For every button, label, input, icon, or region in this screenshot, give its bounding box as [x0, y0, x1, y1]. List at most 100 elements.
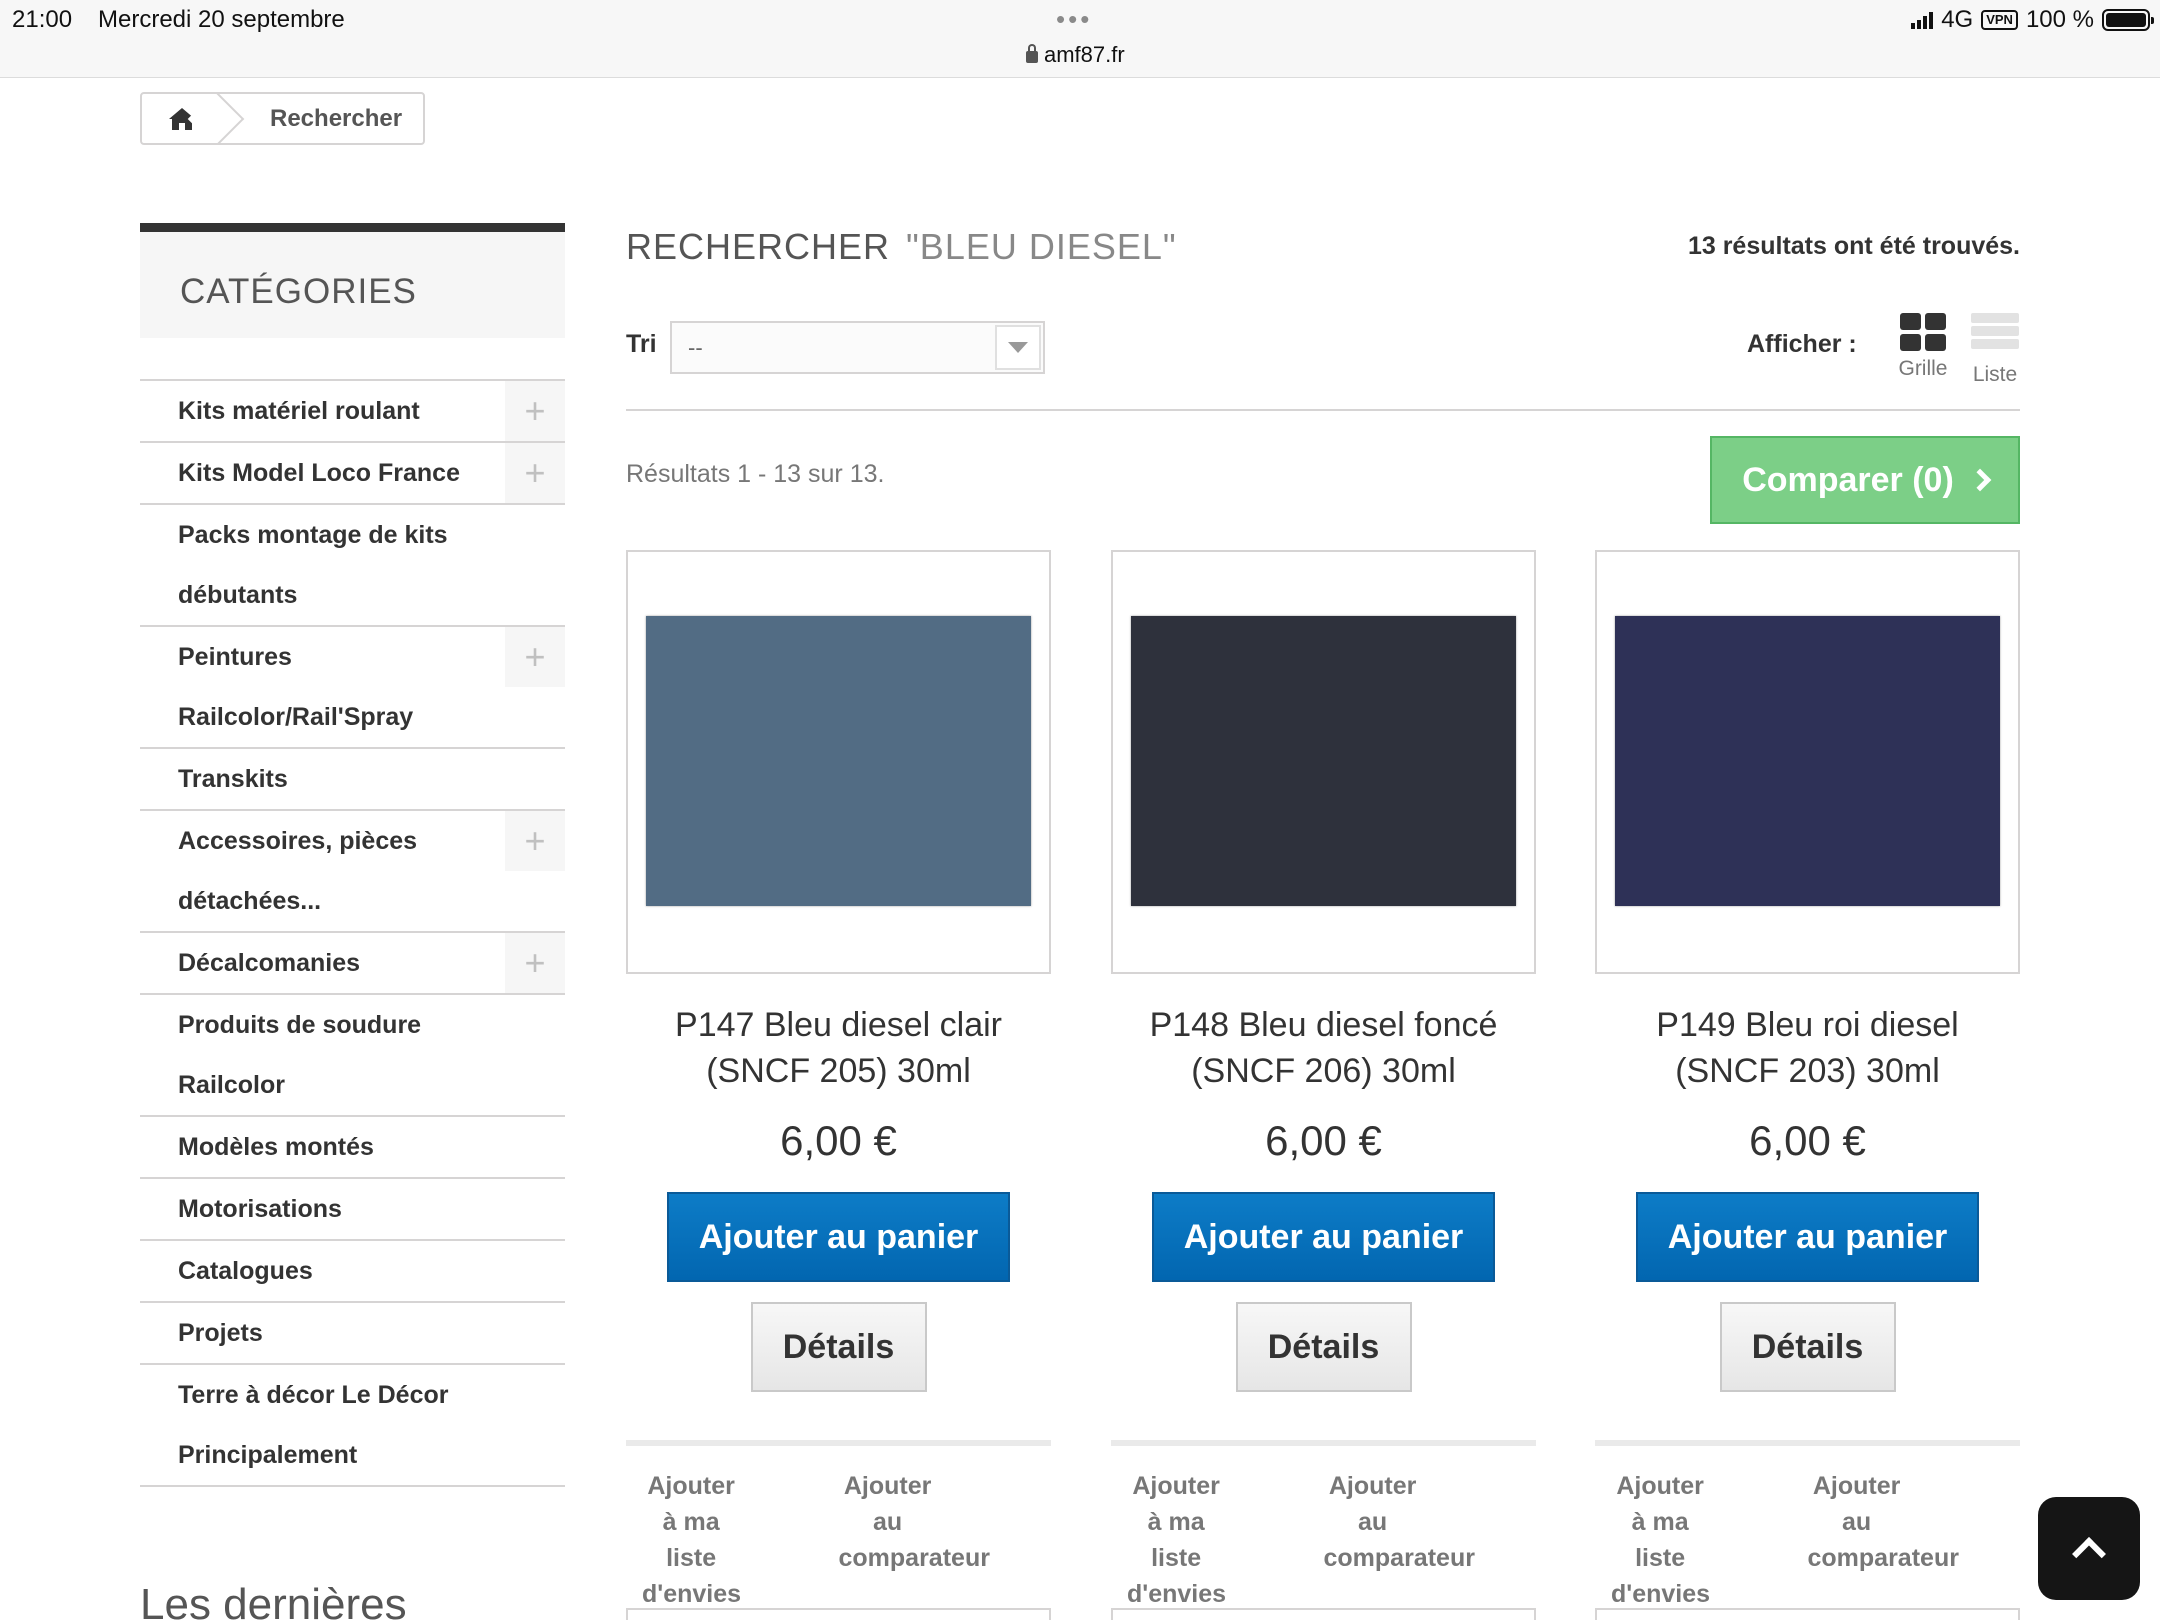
view-grid-label: Grille — [1898, 357, 1948, 380]
product-card-next — [626, 1608, 1051, 1620]
compare-button-label: Comparer (0) — [1742, 460, 1954, 499]
category-label: Terre à décor Le Décor Principalement — [178, 1381, 449, 1469]
category-label: Transkits — [178, 765, 288, 793]
category-item[interactable]: Décalcomanies + — [140, 933, 565, 995]
category-item[interactable]: Kits Model Loco France + — [140, 443, 565, 505]
category-item[interactable]: Modèles montés — [140, 1117, 565, 1179]
divider — [626, 409, 2020, 411]
scroll-to-top-button[interactable] — [2038, 1497, 2140, 1600]
plus-icon[interactable]: + — [505, 627, 565, 687]
category-item[interactable]: Peintures Railcolor/Rail'Spray + — [140, 627, 565, 749]
category-label: Kits matériel roulant — [178, 397, 420, 425]
category-item[interactable]: Transkits — [140, 749, 565, 811]
product-card: P149 Bleu roi diesel (SNCF 203) 30ml 6,00 … — [1595, 550, 2020, 1612]
view-list-button[interactable]: Liste — [1965, 313, 2025, 387]
category-item[interactable]: Kits matériel roulant + — [140, 381, 565, 443]
wishlist-line2: liste d'envies — [1127, 1544, 1227, 1608]
add-to-cart-button[interactable]: Ajouter au panier — [1152, 1192, 1495, 1282]
sort-label: Tri — [626, 330, 657, 358]
plus-icon[interactable]: + — [505, 933, 565, 993]
product-functional-links: Ajouter à ma liste d'envies Ajouter au comp… — [626, 1440, 1051, 1612]
details-button[interactable]: Détails — [750, 1302, 927, 1392]
compare-line1: Ajouter au — [1328, 1472, 1417, 1536]
details-button[interactable]: Détails — [1235, 1302, 1412, 1392]
product-image-link[interactable] — [626, 550, 1051, 974]
product-functional-links: Ajouter à ma liste d'envies Ajouter au comp… — [1111, 1440, 1536, 1612]
plus-icon[interactable]: + — [505, 381, 565, 441]
view-label: Afficher : — [1747, 330, 1857, 358]
product-image-link[interactable] — [1111, 550, 1536, 974]
compare-line2: comparateur — [1807, 1544, 1959, 1572]
search-query: "BLEU DIESEL" — [906, 226, 1177, 267]
address-bar[interactable]: amf87.fr — [1026, 42, 1125, 68]
add-to-compare-link[interactable]: Ajouter au comparateur — [1324, 1468, 1521, 1612]
url-text: amf87.fr — [1044, 42, 1125, 67]
wishlist-line1: Ajouter à ma — [1132, 1472, 1220, 1536]
product-name[interactable]: P147 Bleu diesel clair (SNCF 205) 30ml — [626, 1002, 1051, 1094]
compare-line1: Ajouter au — [1812, 1472, 1901, 1536]
category-item[interactable]: Produits de soudure Railcolor — [140, 995, 565, 1117]
breadcrumb-current: Rechercher — [270, 104, 403, 132]
view-grid-button[interactable]: Grille — [1893, 313, 1953, 381]
details-button[interactable]: Détails — [1719, 1302, 1896, 1392]
compare-button[interactable]: Comparer (0) — [1710, 436, 2020, 524]
category-label: Projets — [178, 1319, 263, 1347]
add-to-compare-link[interactable]: Ajouter au comparateur — [839, 1468, 1036, 1612]
compare-line2: comparateur — [1323, 1544, 1475, 1572]
network-type: 4G — [1941, 6, 1974, 33]
page-title: RECHERCHER "BLEU DIESEL" — [626, 226, 1177, 268]
results-found: 13 résultats ont été trouvés. — [1687, 232, 2020, 260]
product-name[interactable]: P148 Bleu diesel foncé (SNCF 206) 30ml — [1111, 1002, 1536, 1094]
category-label: Kits Model Loco France — [178, 459, 460, 487]
product-price: 6,00 € — [780, 1117, 897, 1164]
product-card-next — [1111, 1608, 1536, 1620]
signal-icon — [1911, 11, 1934, 29]
product-name[interactable]: P149 Bleu roi diesel (SNCF 203) 30ml — [1595, 1002, 2020, 1094]
battery-icon — [2102, 9, 2154, 31]
plus-icon[interactable]: + — [505, 811, 565, 871]
category-label: Packs montage de kits débutants — [178, 521, 448, 609]
breadcrumb-home[interactable] — [142, 94, 222, 143]
grid-icon — [1900, 313, 1946, 351]
product-name-line1: P147 Bleu diesel clair — [675, 1006, 1002, 1044]
categories-block-header: CATÉGORIES — [140, 223, 565, 338]
product-image-link[interactable] — [1595, 550, 2020, 974]
category-label: Modèles montés — [178, 1133, 374, 1161]
product-name-line1: P149 Bleu roi diesel — [1656, 1006, 1959, 1044]
product-color-swatch — [1131, 616, 1516, 906]
results-range: Résultats 1 - 13 sur 13. — [626, 460, 885, 488]
product-card: P148 Bleu diesel foncé (SNCF 206) 30ml 6,0… — [1111, 550, 1536, 1612]
add-to-wishlist-link[interactable]: Ajouter à ma liste d'envies — [642, 1468, 839, 1612]
add-to-compare-link[interactable]: Ajouter au comparateur — [1808, 1468, 2005, 1612]
wishlist-line1: Ajouter à ma — [1616, 1472, 1704, 1536]
view-list-label: Liste — [1972, 363, 2018, 386]
add-to-wishlist-link[interactable]: Ajouter à ma liste d'envies — [1611, 1468, 1808, 1612]
category-item[interactable]: Projets — [140, 1303, 565, 1365]
wishlist-line1: Ajouter à ma — [647, 1472, 735, 1536]
add-to-cart-button[interactable]: Ajouter au panier — [1636, 1192, 1979, 1282]
category-item[interactable]: Accessoires, pièces détachées... + — [140, 811, 565, 933]
wishlist-line2: liste d'envies — [642, 1544, 742, 1608]
lock-icon — [1026, 44, 1038, 63]
add-to-wishlist-link[interactable]: Ajouter à ma liste d'envies — [1127, 1468, 1324, 1612]
chevron-right-icon — [1968, 468, 1992, 492]
status-date: Mercredi 20 septembre — [98, 6, 345, 33]
ios-status-bar: 21:00 Mercredi 20 septembre ••• amf87.fr… — [0, 0, 2160, 78]
vpn-badge: VPN — [1981, 10, 2018, 30]
more-dots-icon[interactable]: ••• — [1056, 4, 1092, 35]
category-item[interactable]: Terre à décor Le Décor Principalement — [140, 1365, 565, 1487]
category-label: Catalogues — [178, 1257, 313, 1285]
category-item[interactable]: Motorisations — [140, 1179, 565, 1241]
product-name-line1: P148 Bleu diesel foncé — [1149, 1006, 1498, 1044]
category-item[interactable]: Packs montage de kits débutants — [140, 505, 565, 627]
home-icon — [169, 107, 195, 130]
sort-select[interactable]: -- — [670, 321, 1045, 374]
category-label: Peintures Railcolor/Rail'Spray — [178, 643, 414, 731]
category-item[interactable]: Catalogues — [140, 1241, 565, 1303]
add-to-cart-button[interactable]: Ajouter au panier — [667, 1192, 1010, 1282]
plus-icon[interactable]: + — [505, 443, 565, 503]
product-color-swatch — [1615, 616, 2000, 906]
breadcrumb: Rechercher — [140, 92, 425, 145]
product-card: P147 Bleu diesel clair (SNCF 205) 30ml 6,0… — [626, 550, 1051, 1612]
page-title-label: RECHERCHER — [626, 226, 891, 267]
